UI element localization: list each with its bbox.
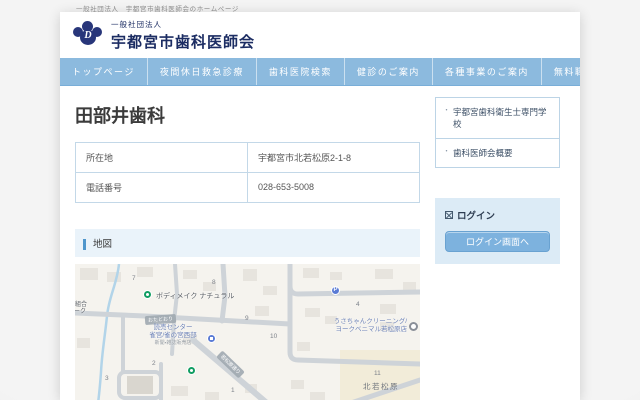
login-box: ログイン ログイン画面へ xyxy=(435,198,560,264)
site-title-block: 一般社団法人 宇都宮市歯科医師会 xyxy=(111,19,255,52)
bullet-icon: ・ xyxy=(443,148,450,155)
plot-number: 3 xyxy=(105,374,109,382)
table-row-address: 所在地 宇都宮市北若松原2-1-8 xyxy=(75,141,420,173)
site-header: D 一般社団法人 宇都宮市歯科医師会 xyxy=(60,12,580,58)
page-container: D 一般社団法人 宇都宮市歯科医師会 トップページ 夜間休日救急診療 歯科医院検… xyxy=(60,12,580,400)
fitness-poi-marker-icon[interactable] xyxy=(143,289,152,299)
org-name: 宇都宮市歯科医師会 xyxy=(111,33,256,51)
sidebar: ・ 宇都宮歯科衛生士専門学校 ・ 歯科医師会概要 ログイン ログイン画面へ xyxy=(435,86,560,400)
clinic-name-title: 田部井歯科 xyxy=(75,106,165,126)
nav-item-checkup[interactable]: 健診のご案内 xyxy=(343,58,432,85)
sidebar-links-box: ・ 宇都宮歯科衛生士専門学校 ・ 歯科医師会概要 xyxy=(435,97,560,168)
yomiuri-poi-marker-icon[interactable] xyxy=(207,333,216,343)
login-icon xyxy=(445,211,453,219)
plot-number: 2 xyxy=(152,359,156,367)
clinic-info-table: 所在地 宇都宮市北若松原2-1-8 電話番号 028-653-5008 xyxy=(75,141,420,203)
phone-value: 028-653-5008 xyxy=(247,171,420,203)
sidebar-link-hygienist-school[interactable]: ・ 宇都宮歯科衛生士専門学校 xyxy=(436,98,559,138)
logo-letter: D xyxy=(84,30,92,41)
plot-number: 10 xyxy=(270,332,278,340)
main-column: 田部井歯科 所在地 宇都宮市北若松原2-1-8 電話番号 028-653-500… xyxy=(75,86,420,400)
plot-number: 8 xyxy=(212,278,216,286)
nav-item-services[interactable]: 各種事業のご案内 xyxy=(431,58,541,85)
org-type: 一般社団法人 xyxy=(111,19,162,29)
parking-marker-icon[interactable]: P xyxy=(331,285,340,295)
plot-number: 11 xyxy=(374,369,381,377)
cleaning-poi-label: うさちゃんクリーニング/ ヨークベニマル若松原店 xyxy=(333,317,407,333)
address-label: 所在地 xyxy=(75,141,248,173)
address-value: 宇都宮市北若松原2-1-8 xyxy=(247,141,420,173)
nav-item-emergency[interactable]: 夜間休日救急診療 xyxy=(146,58,256,85)
yomiuri-poi-label: 読売センター 雀宮/雀の宮西部 新聞・雑誌販売店 xyxy=(149,323,197,346)
map-embed[interactable]: おたどおり 若松原通り 協同組合 ワーク ボディメイク ナチュラル 読売センター… xyxy=(75,263,420,400)
map-section-header: 地図 xyxy=(75,228,420,257)
nav-item-clinic-search[interactable]: 歯科医院検索 xyxy=(255,58,344,85)
content-area: 田部井歯科 所在地 宇都宮市北若松原2-1-8 電話番号 028-653-500… xyxy=(60,86,580,400)
site-tagline: 一般社団法人 宇都宮市歯科医師会のホームページ xyxy=(76,6,239,13)
plot-number: 7 xyxy=(132,274,136,282)
plot-number: 4 xyxy=(356,300,360,308)
login-title: ログイン xyxy=(445,208,550,222)
sidebar-link-label: 歯科医師会概要 xyxy=(453,148,513,158)
sidebar-link-label: 宇都宮歯科衛生士専門学校 xyxy=(453,107,547,129)
nav-item-top[interactable]: トップページ xyxy=(60,58,147,85)
sidebar-link-association-overview[interactable]: ・ 歯科医師会概要 xyxy=(436,138,559,167)
map-section-title: 地図 xyxy=(83,238,113,250)
plot-number: 1 xyxy=(231,386,235,394)
park-marker-icon[interactable] xyxy=(187,365,196,375)
partial-poi-label: 協同組合 ワーク xyxy=(75,301,88,316)
association-logo-icon[interactable]: D xyxy=(72,21,104,49)
area-label: 北若松原 xyxy=(363,381,399,391)
main-nav: トップページ 夜間休日救急診療 歯科医院検索 健診のご案内 各種事業のご案内 無… xyxy=(60,58,580,86)
plot-number: 9 xyxy=(245,314,249,322)
table-row-phone: 電話番号 028-653-5008 xyxy=(75,171,420,203)
phone-label: 電話番号 xyxy=(75,171,248,203)
login-button[interactable]: ログイン画面へ xyxy=(445,231,550,252)
nav-item-job-agency[interactable]: 無料職業紹介所 xyxy=(540,58,580,85)
fitness-poi-label: ボディメイク ナチュラル xyxy=(156,292,235,300)
bullet-icon: ・ xyxy=(443,107,450,114)
cleaning-poi-marker-icon[interactable] xyxy=(409,321,418,331)
